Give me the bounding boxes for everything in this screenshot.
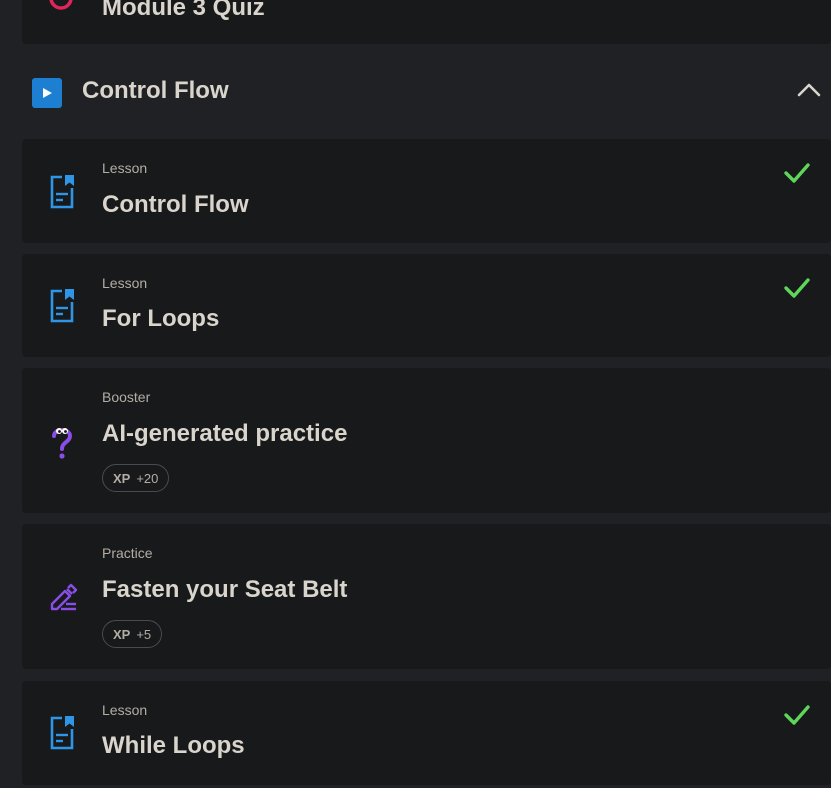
module-quiz-title: Module 3 Quiz	[102, 0, 265, 21]
module-list: Module 3 Quiz Control Flow Lesson Contro…	[0, 0, 831, 788]
list-item-control-flow[interactable]: Lesson Control Flow	[22, 139, 831, 243]
module-title: Control Flow	[82, 77, 229, 104]
item-kind: Lesson	[102, 160, 148, 176]
list-item-ai-practice[interactable]: Booster AI-generated practice XP +20	[22, 368, 831, 513]
lesson-icon	[48, 175, 76, 209]
xp-label: XP	[113, 470, 131, 486]
check-icon	[783, 161, 811, 185]
xp-label: XP	[113, 626, 131, 642]
list-item-while-loops[interactable]: Lesson While Loops	[22, 681, 831, 785]
xp-value: +20	[136, 470, 159, 486]
xp-value: +5	[136, 626, 152, 642]
play-icon	[32, 78, 62, 108]
quiz-icon	[48, 0, 74, 12]
chevron-up-icon[interactable]	[797, 80, 821, 100]
xp-badge: XP +20	[102, 464, 170, 492]
practice-icon	[48, 580, 78, 614]
booster-icon	[48, 424, 76, 459]
check-icon	[783, 276, 811, 300]
item-title: Control Flow	[102, 191, 249, 218]
module-header[interactable]: Control Flow	[0, 46, 831, 136]
item-kind: Booster	[102, 389, 151, 405]
item-kind: Practice	[102, 545, 153, 561]
check-icon	[783, 703, 811, 727]
lesson-icon	[48, 289, 76, 323]
lesson-icon	[48, 716, 76, 750]
item-kind: Lesson	[102, 702, 148, 718]
list-item-seat-belt[interactable]: Practice Fasten your Seat Belt XP +5	[22, 524, 831, 669]
item-kind: Lesson	[102, 275, 148, 291]
item-title: Fasten your Seat Belt	[102, 576, 348, 603]
xp-badge: XP +5	[102, 620, 163, 648]
item-title: While Loops	[102, 732, 245, 759]
item-title: For Loops	[102, 305, 220, 332]
list-item-for-loops[interactable]: Lesson For Loops	[22, 254, 831, 357]
module-quiz-card[interactable]: Module 3 Quiz	[22, 0, 831, 44]
item-title: AI-generated practice	[102, 420, 348, 447]
